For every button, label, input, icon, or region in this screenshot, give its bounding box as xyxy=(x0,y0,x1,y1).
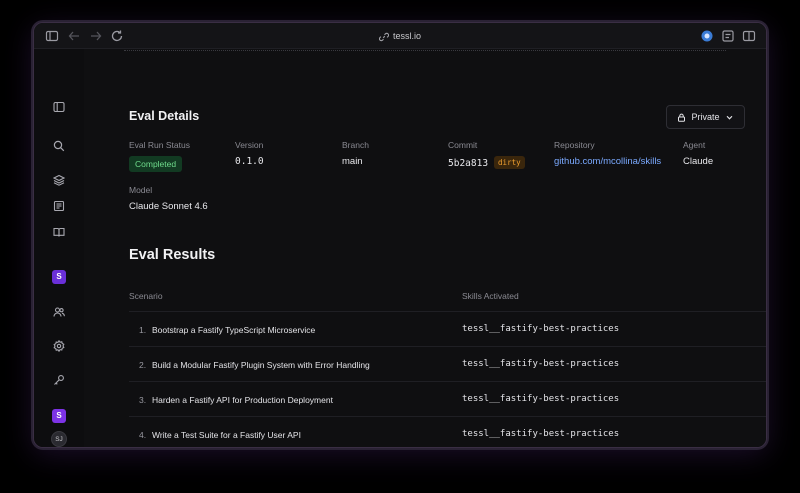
status-badge: Completed xyxy=(129,156,183,172)
status-label: Eval Run Status xyxy=(129,140,190,150)
workspace-badge[interactable]: S xyxy=(52,270,66,284)
browser-window: tessl.io S S SJ Eval Details Private Eva… xyxy=(33,22,767,448)
branch-label: Branch xyxy=(342,140,369,150)
commit-field: 5b2a813 dirty xyxy=(448,156,525,169)
chevron-down-icon xyxy=(725,113,734,122)
row-number: 2. xyxy=(139,360,147,370)
row-number: 3. xyxy=(139,395,147,405)
extension-icon[interactable] xyxy=(700,29,714,43)
model-value: Claude Sonnet 4.6 xyxy=(129,201,208,212)
commit-value: 5b2a813 xyxy=(448,158,489,169)
agent-value: Claude xyxy=(683,156,714,167)
main-content: Eval Details Private Eval Run Status Com… xyxy=(84,49,766,447)
link-icon xyxy=(378,32,389,42)
table-row[interactable]: 4. Write a Test Suite for a Fastify User… xyxy=(129,416,766,447)
commit-label: Commit xyxy=(448,140,478,150)
column-header-skills: Skills Activated xyxy=(462,291,519,301)
registry-icon[interactable] xyxy=(53,200,65,212)
key-icon[interactable] xyxy=(53,374,65,386)
cropped-content-strip xyxy=(124,45,726,51)
users-icon[interactable] xyxy=(53,306,65,318)
skill-activated: tessl__fastify-best-practices xyxy=(462,429,620,439)
layers-icon[interactable] xyxy=(53,174,65,186)
skill-activated: tessl__fastify-best-practices xyxy=(462,394,620,404)
table-row[interactable]: 3. Harden a Fastify API for Production D… xyxy=(129,381,766,416)
panel-toggle-icon[interactable] xyxy=(53,101,65,113)
table-row[interactable]: 2. Build a Modular Fastify Plugin System… xyxy=(129,346,766,381)
scenario-name: Bootstrap a Fastify TypeScript Microserv… xyxy=(152,325,316,335)
visibility-dropdown-button[interactable]: Private xyxy=(666,105,745,129)
lock-icon xyxy=(677,113,686,122)
skill-activated: tessl__fastify-best-practices xyxy=(462,359,620,369)
model-label: Model xyxy=(129,185,153,195)
docs-book-icon[interactable] xyxy=(53,226,65,238)
scenario-name: Harden a Fastify API for Production Depl… xyxy=(152,395,333,405)
eval-results-title: Eval Results xyxy=(129,247,216,263)
agent-label: Agent xyxy=(683,140,706,150)
visibility-label: Private xyxy=(691,112,720,122)
repository-link[interactable]: github.com/mcollina/skills xyxy=(554,156,661,167)
repository-label: Repository xyxy=(554,140,595,150)
version-value: 0.1.0 xyxy=(235,156,264,167)
version-label: Version xyxy=(235,140,264,150)
table-row[interactable]: 1. Bootstrap a Fastify TypeScript Micros… xyxy=(129,311,766,346)
address-bar[interactable]: tessl.io xyxy=(34,29,766,43)
scenario-name: Build a Modular Fastify Plugin System wi… xyxy=(152,360,370,370)
workspace-badge-secondary[interactable]: S xyxy=(52,409,66,423)
gear-icon[interactable] xyxy=(53,340,65,352)
column-header-scenario: Scenario xyxy=(129,291,163,301)
branch-value: main xyxy=(342,156,363,167)
url-text: tessl.io xyxy=(392,31,421,41)
row-number: 1. xyxy=(139,325,147,335)
search-icon[interactable] xyxy=(53,140,65,152)
scenario-name: Write a Test Suite for a Fastify User AP… xyxy=(152,430,301,440)
reader-view-icon[interactable] xyxy=(721,29,735,43)
eval-details-title: Eval Details xyxy=(129,109,200,123)
app-sidebar: S S SJ xyxy=(34,49,84,447)
row-number: 4. xyxy=(139,430,147,440)
dirty-badge: dirty xyxy=(494,156,525,169)
split-view-icon[interactable] xyxy=(742,29,756,43)
skill-activated: tessl__fastify-best-practices xyxy=(462,324,620,334)
user-avatar[interactable]: SJ xyxy=(51,431,67,447)
